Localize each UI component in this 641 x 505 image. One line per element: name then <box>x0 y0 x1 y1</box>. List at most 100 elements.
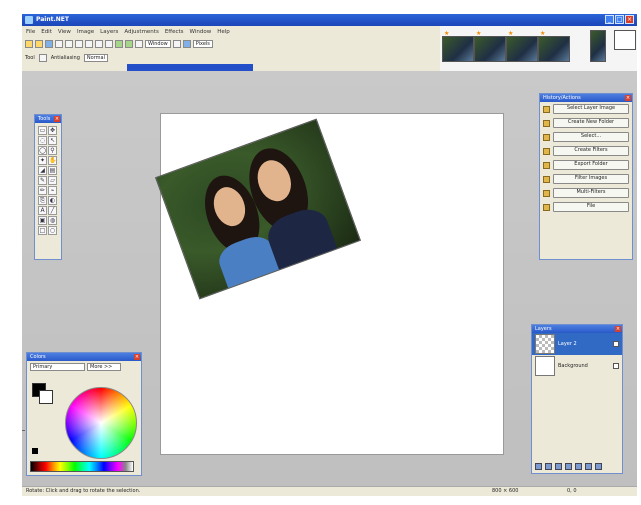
clone-stamp-icon[interactable]: ⎘ <box>38 196 47 205</box>
move-layer-up-icon[interactable] <box>575 463 582 470</box>
gradient-icon[interactable]: ▤ <box>48 166 57 175</box>
new-icon[interactable] <box>25 40 33 48</box>
image-thumbnail[interactable]: ★ <box>442 30 474 62</box>
pencil-icon[interactable]: ✏ <box>38 186 47 195</box>
action-icon <box>543 133 550 141</box>
layer-item-selected[interactable]: Layer 2 <box>532 333 622 355</box>
color-mode-select[interactable]: Primary <box>30 363 85 371</box>
move-layer-down-icon[interactable] <box>585 463 592 470</box>
action-button[interactable]: Multi-Filters <box>553 188 629 198</box>
pan-icon[interactable]: ✋ <box>48 156 57 165</box>
window-controls: _ □ × <box>605 15 634 24</box>
blend-mode-select[interactable]: Normal <box>83 53 108 62</box>
action-row: Filter Images <box>540 172 632 186</box>
action-button[interactable]: Select Layer Image <box>553 104 629 114</box>
print-icon[interactable] <box>55 40 63 48</box>
delete-layer-icon[interactable] <box>545 463 552 470</box>
paintbrush-icon[interactable]: ✎ <box>38 176 47 185</box>
merge-layer-icon[interactable] <box>565 463 572 470</box>
image-thumbnail-active[interactable] <box>614 30 636 50</box>
open-icon[interactable] <box>35 40 43 48</box>
image-thumbnail[interactable]: ★ <box>538 30 570 62</box>
action-button[interactable]: Select... <box>553 132 629 142</box>
close-icon[interactable]: × <box>615 326 621 332</box>
rectangle-icon[interactable]: □ <box>38 226 47 235</box>
shapes-icon[interactable]: ▣ <box>38 216 47 225</box>
freeform-icon[interactable]: ◍ <box>48 216 57 225</box>
layer-properties-icon[interactable] <box>595 463 602 470</box>
menu-window[interactable]: Window <box>190 29 212 35</box>
ellipse-select-icon[interactable]: ◯ <box>38 146 47 155</box>
paint-bucket-icon[interactable]: ◢ <box>38 166 47 175</box>
color-picker-icon[interactable]: ⌁ <box>48 186 57 195</box>
star-icon: ★ <box>476 30 482 37</box>
maximize-button[interactable]: □ <box>615 15 624 24</box>
image-thumbnail[interactable]: ★ <box>506 30 538 62</box>
magic-wand-icon[interactable]: ✦ <box>38 156 47 165</box>
menu-adjustments[interactable]: Adjustments <box>124 29 158 35</box>
colors-panel-header: Colors × <box>27 353 141 361</box>
paste-icon[interactable] <box>85 40 93 48</box>
app-icon <box>25 16 33 24</box>
color-wheel[interactable] <box>65 387 137 459</box>
units-select[interactable]: Pixels <box>192 40 213 48</box>
swap-colors-icon[interactable] <box>32 448 38 454</box>
duplicate-layer-icon[interactable] <box>555 463 562 470</box>
tool-select-icon[interactable] <box>38 53 47 62</box>
close-icon[interactable]: × <box>134 354 140 360</box>
menu-effects[interactable]: Effects <box>165 29 184 35</box>
menu-file[interactable]: File <box>26 29 35 35</box>
close-button[interactable]: × <box>625 15 634 24</box>
grid-icon[interactable] <box>135 40 143 48</box>
colors-panel: Colors × Primary More >> <box>26 352 142 476</box>
image-size-readout: 800 × 600 <box>492 488 519 494</box>
action-button[interactable]: File <box>553 202 629 212</box>
rectangle-select-icon[interactable]: ▭ <box>38 126 47 135</box>
action-button[interactable]: Create New Folder <box>553 118 629 128</box>
image-thumbnail[interactable]: ★ <box>474 30 506 62</box>
menu-image[interactable]: Image <box>77 29 94 35</box>
layer-item[interactable]: Background <box>532 355 622 377</box>
menu-view[interactable]: View <box>58 29 71 35</box>
text-icon[interactable]: A <box>38 206 47 215</box>
crop-icon[interactable] <box>95 40 103 48</box>
action-button[interactable]: Create Filters <box>553 146 629 156</box>
secondary-color-swatch[interactable] <box>39 390 53 404</box>
cut-icon[interactable] <box>65 40 73 48</box>
menu-edit[interactable]: Edit <box>41 29 52 35</box>
move-icon[interactable]: ✥ <box>48 126 57 135</box>
zoom-icon[interactable]: ⚲ <box>48 146 57 155</box>
color-palette[interactable] <box>30 461 134 472</box>
layer-visibility-checkbox[interactable] <box>613 341 619 347</box>
action-button[interactable]: Export Folder <box>553 160 629 170</box>
line-icon[interactable]: ╱ <box>48 206 57 215</box>
copy-icon[interactable] <box>75 40 83 48</box>
zoom-in-icon[interactable] <box>172 40 181 48</box>
recolor-icon[interactable]: ◐ <box>48 196 57 205</box>
document-tab-strip[interactable] <box>22 64 442 71</box>
layer-visibility-checkbox[interactable] <box>613 363 619 369</box>
colors-mode-row: Primary More >> <box>27 361 141 373</box>
add-layer-icon[interactable] <box>535 463 542 470</box>
action-button[interactable]: Filter Images <box>553 174 629 184</box>
lasso-icon[interactable]: ◌ <box>38 136 47 145</box>
deselect-icon[interactable] <box>105 40 113 48</box>
close-icon[interactable]: × <box>625 95 631 101</box>
antialias-toggle[interactable]: Antialiasing <box>51 55 80 61</box>
redo-icon[interactable] <box>125 40 133 48</box>
colors-panel-title: Colors <box>30 354 46 360</box>
close-icon[interactable]: × <box>54 116 60 122</box>
save-icon[interactable] <box>45 40 53 48</box>
image-thumbnail[interactable] <box>590 30 606 62</box>
layers-panel: Layers × Layer 2 Background <box>531 324 623 474</box>
eraser-icon[interactable]: ▱ <box>48 176 57 185</box>
menu-layers[interactable]: Layers <box>100 29 118 35</box>
menu-help[interactable]: Help <box>217 29 230 35</box>
undo-icon[interactable] <box>115 40 123 48</box>
ellipse-icon[interactable]: ○ <box>48 226 57 235</box>
ruler-icon[interactable] <box>182 40 191 48</box>
zoom-select[interactable]: Window <box>145 40 171 48</box>
move-selection-icon[interactable]: ↖ <box>48 136 57 145</box>
minimize-button[interactable]: _ <box>605 15 614 24</box>
more-colors-button[interactable]: More >> <box>87 363 121 371</box>
